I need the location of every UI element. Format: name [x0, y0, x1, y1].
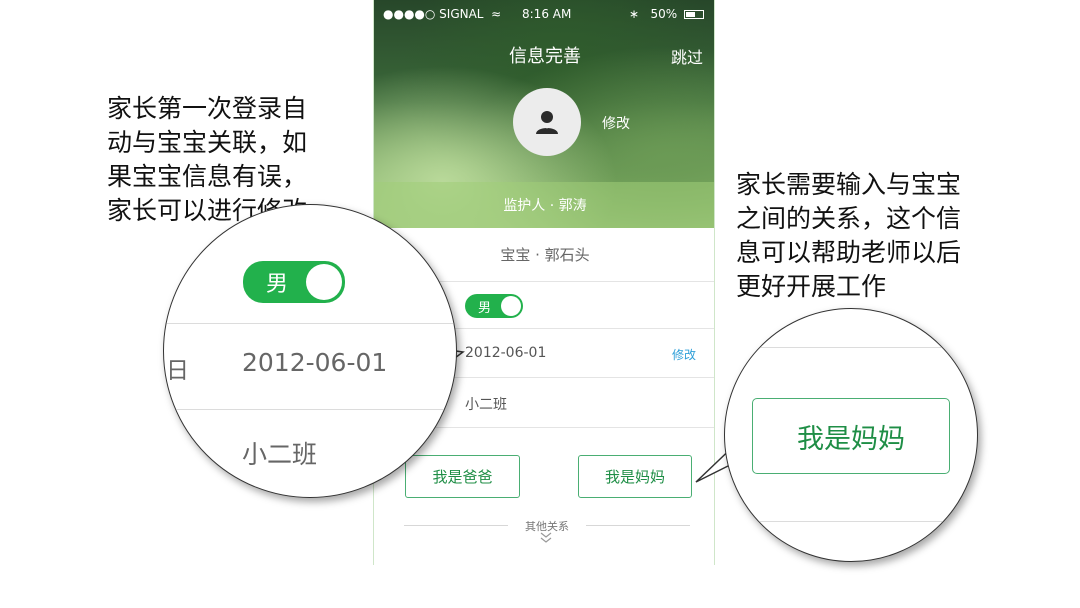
zoomed-birthday: 2012-06-01	[242, 348, 388, 377]
zoomed-day-fragment: 日	[166, 358, 189, 384]
birthday-value: 2012-06-01	[465, 345, 547, 361]
zoomed-mom-button: 我是妈妈	[752, 398, 950, 474]
status-carrier: ●●●●○ SIGNAL ≈	[383, 7, 501, 21]
guardian-name: 监护人 · 郭涛	[503, 198, 587, 214]
carrier-text: ●●●●○ SIGNAL	[383, 7, 484, 21]
chevron-down-icon[interactable]	[540, 532, 552, 544]
zoom-callout-left: 男 日 2012-06-01 小二班	[163, 204, 457, 498]
i-am-dad-button[interactable]: 我是爸爸	[405, 455, 520, 498]
divider-line	[164, 409, 456, 410]
toggle-knob	[306, 264, 342, 300]
gender-toggle-label: 男	[478, 301, 492, 316]
divider-line	[586, 525, 690, 526]
i-am-mom-button[interactable]: 我是妈妈	[578, 455, 692, 498]
zoom-callout-right: 我是妈妈	[724, 308, 978, 562]
status-battery: ∗ 50%	[629, 7, 704, 21]
toggle-knob	[501, 296, 521, 316]
class-value: 小二班	[465, 397, 507, 413]
page-title: 信息完善	[509, 46, 581, 67]
edit-birthday-button[interactable]: 修改	[672, 346, 696, 363]
avatar[interactable]	[513, 88, 581, 156]
skip-button[interactable]: 跳过	[671, 44, 703, 68]
guardian-bar: 监护人 · 郭涛	[374, 182, 714, 228]
divider-line	[725, 347, 977, 348]
divider-line	[164, 323, 456, 324]
wifi-icon: ≈	[487, 7, 502, 21]
divider-line	[725, 521, 977, 522]
user-icon	[536, 111, 558, 134]
gender-toggle[interactable]: 男	[465, 294, 523, 318]
zoomed-gender-toggle: 男	[243, 261, 345, 303]
baby-name: 宝宝 · 郭石头	[500, 246, 590, 264]
battery-percent: 50%	[650, 7, 678, 21]
other-relations-divider: 其他关系	[404, 517, 690, 533]
right-annotation: 家长需要输入与宝宝 之间的关系，这个信 息可以帮助老师以后 更好开展工作	[736, 170, 962, 301]
battery-icon	[684, 10, 704, 19]
edit-avatar-button[interactable]: 修改	[602, 113, 630, 133]
zoomed-class: 小二班	[242, 440, 318, 469]
zoomed-toggle-label: 男	[266, 272, 289, 297]
status-time: 8:16 AM	[522, 7, 572, 21]
bluetooth-icon: ∗	[628, 7, 647, 21]
